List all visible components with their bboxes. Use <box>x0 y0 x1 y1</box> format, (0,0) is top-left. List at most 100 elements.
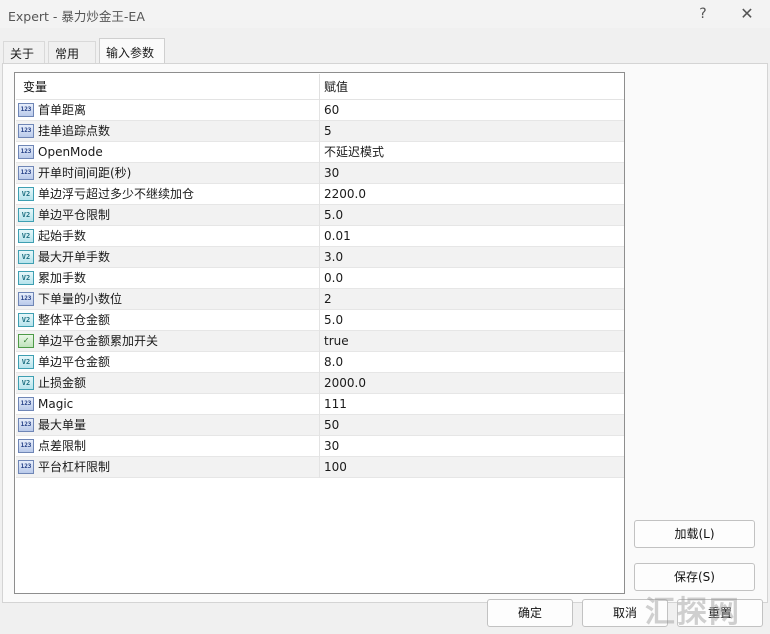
int-type-icon: 123 <box>18 124 34 138</box>
double-type-icon: V2 <box>18 376 34 390</box>
save-button[interactable]: 保存(S) <box>634 563 755 591</box>
tab-common[interactable]: 常用 <box>48 41 96 63</box>
variable-value[interactable]: 不延迟模式 <box>324 142 384 163</box>
table-row[interactable]: 123 Magic 111 <box>16 394 624 415</box>
table-row[interactable]: V2 起始手数 0.01 <box>16 226 624 247</box>
window-title: Expert - 暴力炒金王-EA <box>8 9 145 24</box>
table-row[interactable]: 123 OpenMode 不延迟模式 <box>16 142 624 163</box>
variable-name: 最大开单手数 <box>38 250 111 264</box>
column-header-value[interactable]: 赋值 <box>324 74 348 100</box>
variable-value[interactable]: 111 <box>324 394 347 415</box>
table-row[interactable]: ✓ 单边平仓金额累加开关 true <box>16 331 624 352</box>
cell-divider <box>319 142 320 163</box>
variable-value[interactable]: 8.0 <box>324 352 343 373</box>
variable-name: Magic <box>38 397 74 411</box>
int-type-icon: 123 <box>18 103 34 117</box>
variable-value[interactable]: 50 <box>324 415 339 436</box>
table-row[interactable]: 123 平台杠杆限制 100 <box>16 457 624 478</box>
cell-divider <box>319 331 320 352</box>
cell-divider <box>319 163 320 184</box>
ok-button[interactable]: 确定 <box>487 599 573 627</box>
table-row[interactable]: 123 点差限制 30 <box>16 436 624 457</box>
cell-divider <box>319 205 320 226</box>
tab-inputs[interactable]: 输入参数 <box>99 38 165 64</box>
variable-name: 最大单量 <box>38 418 87 432</box>
cell-divider <box>319 310 320 331</box>
table-row[interactable]: V2 最大开单手数 3.0 <box>16 247 624 268</box>
variable-name: 单边平仓金额累加开关 <box>38 334 159 348</box>
cell-divider <box>319 373 320 394</box>
variable-value[interactable]: 5.0 <box>324 310 343 331</box>
variable-value[interactable]: 5.0 <box>324 205 343 226</box>
cell-divider <box>319 100 320 121</box>
variable-name: 下单量的小数位 <box>38 292 123 306</box>
double-type-icon: V2 <box>18 313 34 327</box>
variable-value[interactable]: 60 <box>324 100 339 121</box>
int-type-icon: 123 <box>18 292 34 306</box>
double-type-icon: V2 <box>18 187 34 201</box>
load-button[interactable]: 加载(L) <box>634 520 755 548</box>
variable-value[interactable]: 100 <box>324 457 347 478</box>
variable-value[interactable]: true <box>324 331 349 352</box>
cell-divider <box>319 289 320 310</box>
variable-value[interactable]: 30 <box>324 163 339 184</box>
cell-divider <box>319 226 320 247</box>
table-row[interactable]: 123 挂单追踪点数 5 <box>16 121 624 142</box>
cell-divider <box>319 247 320 268</box>
variable-name: 点差限制 <box>38 439 87 453</box>
grid-header: 变量 赋值 <box>16 74 624 100</box>
tab-about[interactable]: 关于 <box>3 41 45 63</box>
variable-name: 开单时间间距(秒) <box>38 166 132 180</box>
cell-divider <box>319 352 320 373</box>
double-type-icon: V2 <box>18 271 34 285</box>
table-row[interactable]: V2 单边平仓金额 8.0 <box>16 352 624 373</box>
int-type-icon: 123 <box>18 397 34 411</box>
title-bar: Expert - 暴力炒金王-EA ? ✕ <box>0 0 770 28</box>
cell-divider <box>319 415 320 436</box>
cell-divider <box>319 436 320 457</box>
variable-value[interactable]: 5 <box>324 121 332 142</box>
column-header-variable[interactable]: 变量 <box>23 74 47 100</box>
table-row[interactable]: 123 首单距离 60 <box>16 100 624 121</box>
double-type-icon: V2 <box>18 250 34 264</box>
table-row[interactable]: 123 下单量的小数位 2 <box>16 289 624 310</box>
cell-divider <box>319 268 320 289</box>
double-type-icon: V2 <box>18 229 34 243</box>
variable-name: 首单距离 <box>38 103 87 117</box>
table-row[interactable]: 123 开单时间间距(秒) 30 <box>16 163 624 184</box>
table-row[interactable]: V2 单边浮亏超过多少不继续加仓 2200.0 <box>16 184 624 205</box>
int-type-icon: 123 <box>18 439 34 453</box>
variable-name: 单边平仓限制 <box>38 208 111 222</box>
variable-name: 整体平仓金额 <box>38 313 111 327</box>
variable-name: 挂单追踪点数 <box>38 124 111 138</box>
parameters-grid: 变量 赋值 123 首单距离 60 123 挂单追踪点数 5 123 OpenMode 不延迟模… <box>14 72 625 594</box>
table-row[interactable]: V2 止损金额 2000.0 <box>16 373 624 394</box>
variable-value[interactable]: 30 <box>324 436 339 457</box>
variable-value[interactable]: 2000.0 <box>324 373 366 394</box>
variable-name: 单边平仓金额 <box>38 355 111 369</box>
double-type-icon: V2 <box>18 355 34 369</box>
variable-name: 单边浮亏超过多少不继续加仓 <box>38 187 195 201</box>
cell-divider <box>319 457 320 478</box>
variable-value[interactable]: 2200.0 <box>324 184 366 205</box>
cell-divider <box>319 394 320 415</box>
table-row[interactable]: V2 整体平仓金额 5.0 <box>16 310 624 331</box>
variable-value[interactable]: 0.0 <box>324 268 343 289</box>
variable-value[interactable]: 3.0 <box>324 247 343 268</box>
variable-value[interactable]: 2 <box>324 289 332 310</box>
variable-name: OpenMode <box>38 145 103 159</box>
double-type-icon: V2 <box>18 208 34 222</box>
table-row[interactable]: V2 累加手数 0.0 <box>16 268 624 289</box>
variable-name: 累加手数 <box>38 271 87 285</box>
table-row[interactable]: 123 最大单量 50 <box>16 415 624 436</box>
close-button[interactable]: ✕ <box>732 2 762 26</box>
variable-value[interactable]: 0.01 <box>324 226 351 247</box>
table-row[interactable]: V2 单边平仓限制 5.0 <box>16 205 624 226</box>
grid-rows: 123 首单距离 60 123 挂单追踪点数 5 123 OpenMode 不延迟模式 123 开单… <box>16 100 624 478</box>
bool-type-icon: ✓ <box>18 334 34 348</box>
int-type-icon: 123 <box>18 460 34 474</box>
int-type-icon: 123 <box>18 145 34 159</box>
column-divider[interactable] <box>319 74 320 100</box>
cell-divider <box>319 184 320 205</box>
help-button[interactable]: ? <box>688 2 718 26</box>
